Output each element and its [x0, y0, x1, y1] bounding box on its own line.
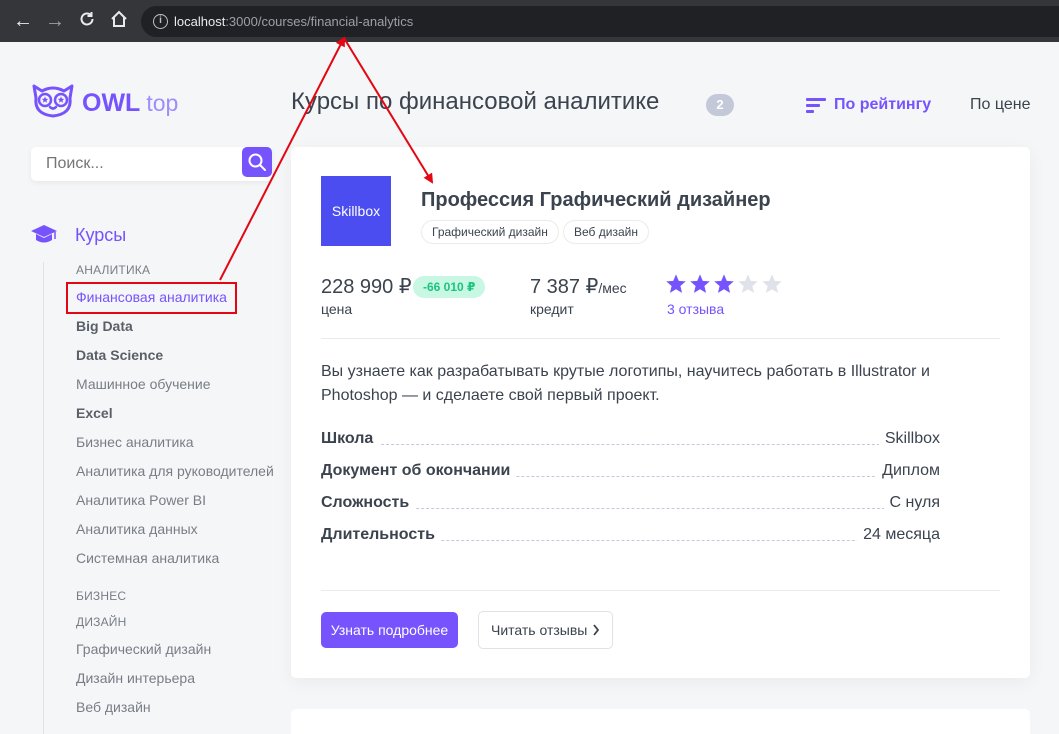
school-logo: Skillbox [321, 176, 391, 246]
credit-unit: /мес [598, 280, 627, 296]
menu-divider [43, 262, 44, 734]
sidebar-item-system-analytics[interactable]: Системная аналитика [76, 550, 219, 566]
course-card: Skillbox Профессия Графический дизайнер … [291, 147, 1030, 678]
annotation-highlight-box [66, 282, 237, 314]
feature-dots [321, 444, 940, 445]
owl-icon [32, 84, 74, 118]
feature-row: Сложность С нуля [321, 494, 940, 514]
category-label: Курсы [75, 225, 127, 245]
credit-label: кредит [530, 301, 574, 317]
course-price: 228 990 ₽ [321, 276, 412, 298]
feature-value: С нуля [883, 494, 940, 512]
feature-key: Документ об окончании [321, 462, 517, 480]
sidebar-section-design[interactable]: ДИЗАЙН [76, 615, 127, 629]
course-credit: 7 387 ₽/мес [530, 274, 627, 299]
sort-rating-label: По рейтингу [834, 96, 932, 113]
forward-arrow-icon[interactable]: → [44, 10, 66, 32]
reload-icon[interactable] [76, 10, 98, 32]
credit-amount: 7 387 ₽ [530, 276, 599, 298]
course-card [291, 709, 1030, 734]
sidebar-item-power-bi[interactable]: Аналитика Power BI [76, 492, 206, 508]
sidebar-item-graphic-design[interactable]: Графический дизайн [76, 641, 211, 657]
sidebar-item-data-analytics[interactable]: Аналитика данных [76, 521, 198, 537]
logo-text: OWL top [82, 89, 178, 118]
reviews-link[interactable]: 3 отзыва [667, 301, 724, 317]
sidebar-item-analytics-for-managers[interactable]: Аналитика для руководителей [76, 463, 274, 479]
sidebar-section-business[interactable]: БИЗНЕС [76, 589, 126, 603]
learn-more-button[interactable]: Узнать подробнее [321, 612, 458, 648]
logo-suffix: top [146, 90, 179, 116]
feature-row: Длительность 24 месяца [321, 526, 940, 546]
page-title: Курсы по финансовой аналитике [291, 88, 660, 115]
search-button[interactable] [242, 147, 272, 177]
feature-key: Длительность [321, 526, 441, 544]
address-bar[interactable]: i localhost:3000/courses/financial-analy… [141, 6, 1059, 37]
star-filled-icon[interactable] [689, 273, 711, 295]
course-tag: Графический дизайн [421, 220, 559, 244]
search-input[interactable] [46, 155, 236, 173]
sidebar-item-data-science[interactable]: Data Science [76, 347, 163, 363]
sort-icon [806, 98, 826, 113]
sidebar-item-big-data[interactable]: Big Data [76, 318, 133, 334]
discount-badge: -66 010 ₽ [413, 276, 486, 298]
feature-value: 24 месяца [857, 526, 940, 544]
info-icon[interactable]: i [153, 14, 168, 29]
sidebar-item-machine-learning[interactable]: Машинное обучение [76, 376, 211, 392]
divider [321, 338, 1000, 339]
course-tag: Веб дизайн [563, 220, 649, 244]
star-filled-icon[interactable] [713, 273, 735, 295]
course-description: Вы узнаете как разрабатывать крутые лого… [321, 363, 930, 404]
feature-value: Skillbox [878, 430, 940, 448]
course-title[interactable]: Профессия Графический дизайнер [421, 189, 771, 212]
url-host: localhost [174, 14, 226, 29]
feature-row: Документ об окончании Диплом [321, 462, 940, 482]
logo-name: OWL [82, 89, 141, 117]
star-empty-icon[interactable] [761, 273, 783, 295]
read-reviews-button[interactable]: Читать отзывы [478, 611, 613, 649]
sidebar-item-excel[interactable]: Excel [76, 405, 113, 421]
feature-row: Школа Skillbox [321, 430, 940, 450]
sidebar-item-business-analytics[interactable]: Бизнес аналитика [76, 434, 194, 450]
sidebar-item-web-design[interactable]: Веб дизайн [76, 699, 151, 715]
search-box [31, 147, 272, 181]
divider [321, 590, 1000, 591]
url-path: :3000/courses/financial-analytics [225, 14, 414, 29]
rating-stars [665, 273, 785, 297]
sidebar-section-analytics[interactable]: АНАЛИТИКА [76, 263, 150, 277]
graduation-cap-icon [31, 225, 57, 243]
feature-key: Школа [321, 430, 380, 448]
course-count-badge: 2 [706, 94, 734, 116]
back-arrow-icon[interactable]: ← [12, 10, 34, 32]
url-text[interactable]: localhost:3000/courses/financial-analyti… [174, 14, 413, 29]
feature-key: Сложность [321, 494, 416, 512]
chevron-right-icon [592, 612, 600, 661]
star-filled-icon[interactable] [665, 273, 687, 295]
read-reviews-label: Читать отзывы [491, 622, 588, 638]
search-icon [248, 153, 266, 171]
star-empty-icon[interactable] [737, 273, 759, 295]
browser-toolbar: ← → i localhost:3000/courses/financial-a… [0, 0, 1059, 42]
home-icon[interactable] [108, 10, 130, 32]
feature-value: Диплом [876, 462, 940, 480]
sidebar-item-interior-design[interactable]: Дизайн интерьера [76, 670, 195, 686]
price-label: цена [321, 301, 353, 317]
sort-by-price[interactable]: По цене [970, 96, 1030, 114]
